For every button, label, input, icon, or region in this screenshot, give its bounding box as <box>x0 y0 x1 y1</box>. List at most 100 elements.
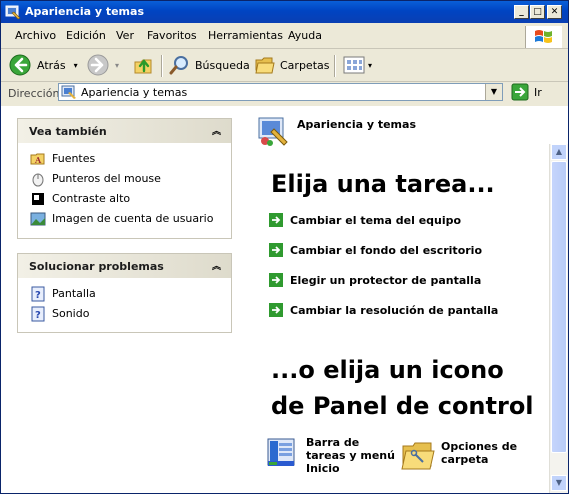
title-bar[interactable]: Apariencia y temas _ □ ✕ <box>1 1 568 23</box>
address-value: Apariencia y temas <box>81 86 188 99</box>
help-icon: ? <box>31 286 45 302</box>
toolbar-separator <box>334 55 336 77</box>
go-arrow-icon <box>511 83 529 101</box>
link-imagen-cuenta-label: Imagen de cuenta de usuario <box>52 212 214 225</box>
go-button[interactable]: Ir <box>511 83 542 101</box>
toolbar-separator <box>161 55 163 77</box>
link-contraste-label: Contraste alto <box>52 192 131 205</box>
scroll-up-icon[interactable]: ▲ <box>551 144 567 160</box>
close-button[interactable]: ✕ <box>547 5 562 19</box>
link-contraste[interactable]: Contraste alto <box>18 189 231 209</box>
mouse-icon <box>32 173 44 187</box>
folder-options-icon <box>401 442 435 470</box>
see-also-header[interactable]: Vea también ︽ <box>18 119 231 143</box>
or-pick-heading-line1: ...o elija un icono <box>271 356 504 384</box>
cp-icon-taskbar[interactable]: Barra de tareas y menú Inicio <box>266 436 395 475</box>
svg-text:A: A <box>34 155 42 165</box>
task-arrow-icon <box>269 243 283 257</box>
maximize-button[interactable]: □ <box>530 5 545 19</box>
standard-toolbar: Atrás ▾ ▾ Búsqueda Carpetas ▾ <box>1 49 568 82</box>
control-panel-icon <box>5 5 21 20</box>
task-resolucion-pantalla[interactable]: Cambiar la resolución de pantalla <box>269 302 498 318</box>
search-label: Búsqueda <box>195 58 250 72</box>
task-arrow-icon <box>269 213 283 227</box>
troubleshoot-header[interactable]: Solucionar problemas ︽ <box>18 254 231 278</box>
folders-label: Carpetas <box>280 58 330 72</box>
address-bar: Dirección Apariencia y temas ▼ Ir <box>1 82 568 105</box>
link-pantalla-label: Pantalla <box>52 287 96 300</box>
views-button[interactable]: ▾ <box>343 53 372 77</box>
task-label: Cambiar el tema del equipo <box>290 213 462 227</box>
cp-icon-label: carpeta <box>441 453 489 466</box>
control-panel-icon <box>61 85 76 99</box>
task-cambiar-fondo[interactable]: Cambiar el fondo del escritorio <box>269 242 482 258</box>
address-dropdown-icon[interactable]: ▼ <box>485 84 502 100</box>
help-icon: ? <box>31 306 45 322</box>
window-title: Apariencia y temas <box>25 5 144 18</box>
or-pick-heading-line2: de Panel de control <box>271 392 534 420</box>
menu-archivo[interactable]: Archivo <box>15 29 56 42</box>
task-label: Elegir un protector de pantalla <box>290 273 482 287</box>
menu-herramientas[interactable]: Herramientas <box>208 29 283 42</box>
cp-icon-label: Barra de <box>306 436 360 449</box>
task-label: Cambiar el fondo del escritorio <box>290 243 483 257</box>
link-punteros[interactable]: Punteros del mouse <box>18 169 231 189</box>
link-sonido-label: Sonido <box>52 307 90 320</box>
search-button[interactable]: Búsqueda <box>169 53 250 77</box>
scroll-down-icon[interactable]: ▼ <box>551 475 567 491</box>
link-sonido[interactable]: ? Sonido <box>18 304 231 324</box>
task-label: Cambiar la resolución de pantalla <box>290 303 499 317</box>
back-dropdown-icon[interactable]: ▾ <box>74 61 78 70</box>
vertical-scrollbar[interactable]: ▲ ▼ <box>549 144 568 493</box>
svg-text:?: ? <box>35 310 41 321</box>
appearance-themes-icon <box>258 117 288 146</box>
cp-icon-label: Inicio <box>306 462 340 475</box>
up-folder-button[interactable] <box>133 53 155 77</box>
troubleshoot-panel: Solucionar problemas ︽ ? Pantalla ? Soni… <box>17 253 232 333</box>
scroll-thumb[interactable] <box>551 161 567 453</box>
menu-favoritos[interactable]: Favoritos <box>147 29 197 42</box>
link-pantalla[interactable]: ? Pantalla <box>18 284 231 304</box>
collapse-chevron-icon[interactable]: ︽ <box>212 124 221 137</box>
see-also-title: Vea también <box>29 125 107 138</box>
troubleshoot-title: Solucionar problemas <box>29 260 164 273</box>
task-cambiar-tema[interactable]: Cambiar el tema del equipo <box>269 212 461 228</box>
svg-text:?: ? <box>35 290 41 301</box>
go-label: Ir <box>534 85 542 99</box>
folders-icon <box>255 57 275 74</box>
views-dropdown-icon[interactable]: ▾ <box>368 61 372 70</box>
menu-ayuda[interactable]: Ayuda <box>288 29 322 42</box>
link-fuentes-label: Fuentes <box>52 152 96 165</box>
fonts-folder-icon: A <box>30 153 45 165</box>
link-imagen-cuenta[interactable]: Imagen de cuenta de usuario <box>18 209 231 229</box>
pick-task-heading: Elija una tarea... <box>271 170 495 198</box>
back-button[interactable]: Atrás ▾ <box>9 53 78 77</box>
folders-button[interactable]: Carpetas <box>254 53 329 77</box>
minimize-button[interactable]: _ <box>514 5 529 19</box>
search-icon <box>169 56 188 75</box>
forward-button[interactable]: ▾ <box>87 53 119 77</box>
collapse-chevron-icon[interactable]: ︽ <box>212 259 221 272</box>
task-arrow-icon <box>269 303 283 317</box>
high-contrast-icon <box>32 193 44 205</box>
link-fuentes[interactable]: A Fuentes <box>18 149 231 169</box>
cp-icon-label: tareas y menú <box>306 449 395 462</box>
forward-dropdown-icon[interactable]: ▾ <box>115 61 119 70</box>
back-label: Atrás <box>37 58 66 72</box>
section-title: Apariencia y temas <box>297 118 416 131</box>
address-input[interactable]: Apariencia y temas ▼ <box>58 83 503 101</box>
forward-arrow-icon <box>87 54 109 76</box>
menu-ver[interactable]: Ver <box>116 29 134 42</box>
menu-bar: Archivo Edición Ver Favoritos Herramient… <box>1 24 568 49</box>
cp-icon-label: Opciones de <box>441 440 518 453</box>
back-arrow-icon <box>9 54 31 76</box>
task-protector-pantalla[interactable]: Elegir un protector de pantalla <box>269 272 481 288</box>
user-picture-icon <box>30 212 46 226</box>
see-also-panel: Vea también ︽ A Fuentes Punteros del mou… <box>17 118 232 239</box>
views-icon <box>343 56 365 74</box>
explorer-window: Apariencia y temas _ □ ✕ Archivo Edición… <box>0 0 569 494</box>
menu-edicion[interactable]: Edición <box>66 29 106 42</box>
cp-icon-folder-options[interactable]: Opciones de carpeta <box>401 440 517 472</box>
address-label: Dirección <box>8 87 60 100</box>
up-folder-icon <box>134 59 152 74</box>
